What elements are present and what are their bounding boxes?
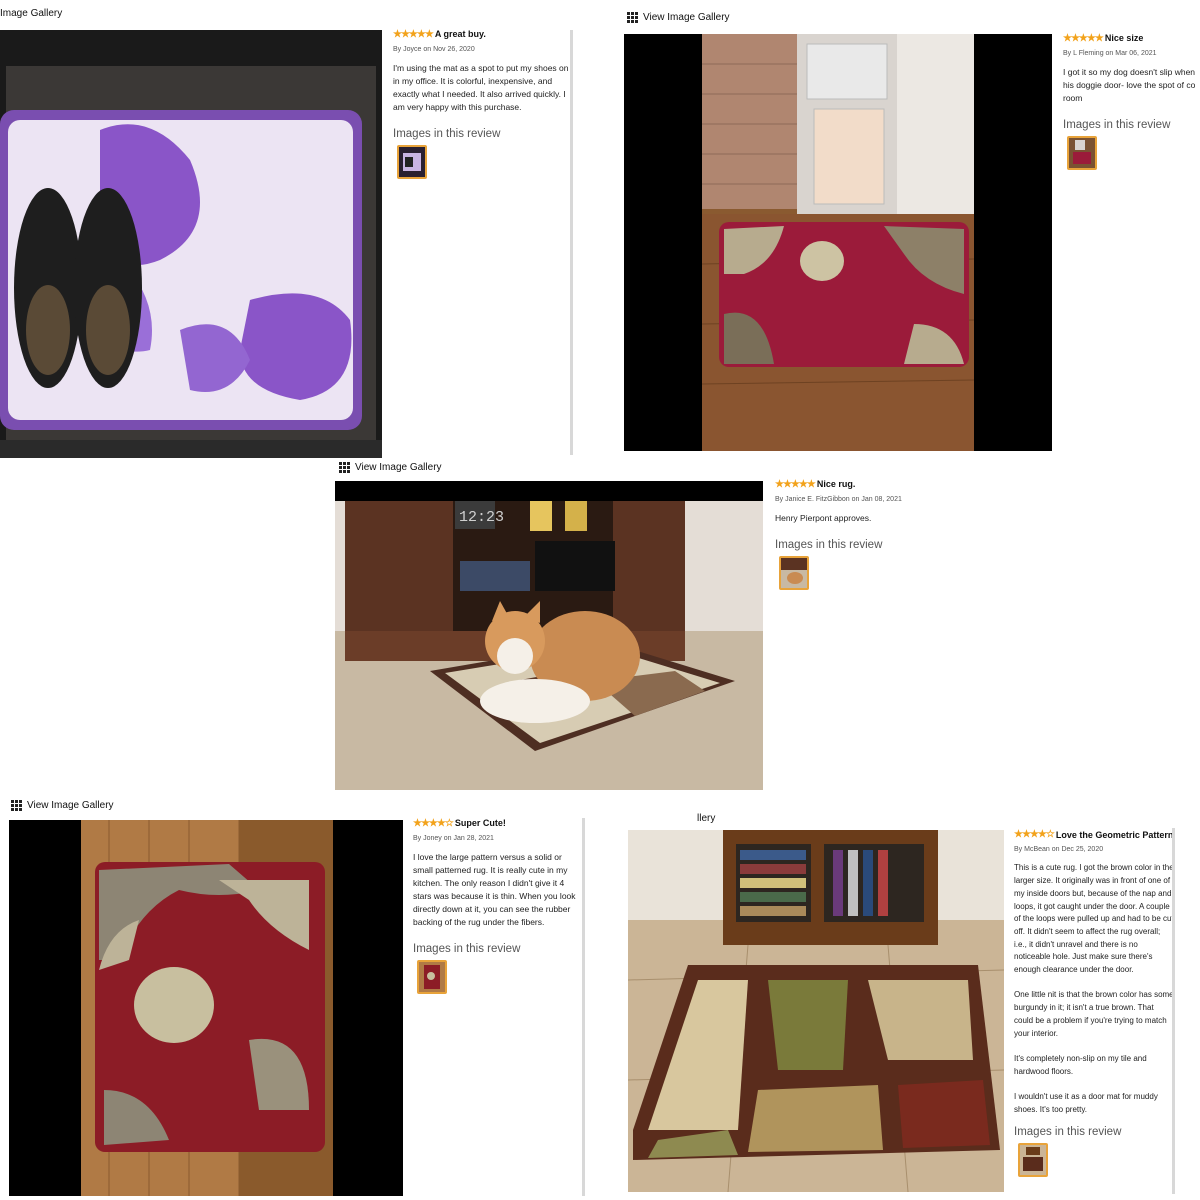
grid-icon — [11, 800, 22, 811]
clock-reading: 12:23 — [459, 509, 504, 526]
gallery-label: View Image Gallery — [27, 800, 114, 811]
review-image-thumbnail[interactable] — [417, 960, 447, 994]
images-in-review-label: Images in this review — [775, 539, 883, 551]
review-photo-geometric-rug[interactable] — [628, 830, 1004, 1192]
review-byline: By L Fleming on Mar 06, 2021 — [1063, 50, 1157, 57]
review-text: I'm using the mat as a spot to put my sh… — [393, 63, 569, 112]
review-photo-cat-on-rug[interactable]: 12:23 — [335, 481, 763, 790]
gallery-label: View Image Gallery — [643, 12, 730, 23]
review-title[interactable]: Love the Geometric Pattern — [1056, 829, 1174, 842]
review-3: ★★★★★ Nice rug. By Janice E. FitzGibbon … — [775, 478, 975, 590]
divider — [582, 818, 585, 1196]
thumbnail-image — [781, 558, 807, 588]
star-rating-icon: ★★★★☆ — [413, 818, 454, 829]
review-title[interactable]: Nice rug. — [817, 478, 856, 491]
review-image-thumbnail[interactable] — [1018, 1143, 1048, 1178]
review-image-thumbnail[interactable] — [397, 145, 427, 179]
thumbnail-image — [419, 962, 445, 992]
review-title[interactable]: A great buy. — [435, 28, 486, 41]
star-rating-icon: ★★★★☆ — [1014, 829, 1055, 840]
review-byline: By Janice E. FitzGibbon on Jan 08, 2021 — [775, 496, 902, 503]
grid-icon — [339, 462, 350, 473]
review-text: I love the large pattern versus a solid … — [413, 852, 576, 927]
review-1: ★★★★★ A great buy. By Joyce on Nov 26, 2… — [393, 28, 573, 179]
review-photo-purple-mat[interactable] — [0, 30, 382, 458]
red-mat-doggie-door-image — [624, 34, 1052, 451]
review-text: This is a cute rug. I got the brown colo… — [1014, 863, 1174, 1114]
thumbnail-image — [399, 147, 425, 177]
review-title-row: ★★★★★ Nice rug. — [775, 478, 975, 491]
review-4: ★★★★☆ Super Cute! By Joney on Jan 28, 20… — [413, 817, 581, 994]
gallery-label: View Image Gallery — [355, 462, 442, 473]
review-photo-red-flower-runner[interactable] — [9, 820, 403, 1196]
purple-mat-shoes-image — [0, 30, 382, 458]
images-in-review-label: Images in this review — [393, 128, 501, 140]
review-photo-red-flower-mat-door[interactable] — [624, 34, 1052, 451]
thumbnail-image — [1069, 138, 1095, 168]
grid-icon — [627, 12, 638, 23]
review-image-thumbnail[interactable] — [1067, 136, 1097, 170]
images-in-review-label: Images in this review — [1014, 1126, 1122, 1139]
gallery-header-3[interactable]: View Image Gallery — [339, 462, 442, 473]
review-2: ★★★★★ Nice size By L Fleming on Mar 06, … — [1063, 32, 1200, 170]
gallery-header-4[interactable]: View Image Gallery — [11, 800, 114, 811]
gallery-label: Image Gallery — [0, 8, 63, 19]
geometric-rug-tile-image — [628, 830, 1004, 1192]
review-title[interactable]: Super Cute! — [455, 817, 506, 830]
review-title-row: ★★★★★ A great buy. — [393, 28, 573, 41]
review-byline: By Joney on Jan 28, 2021 — [413, 835, 494, 842]
review-byline: By McBean on Dec 25, 2020 — [1014, 845, 1104, 853]
review-text: Henry Pierpont approves. — [775, 513, 872, 523]
review-title-row: ★★★★★ Nice size — [1063, 32, 1200, 45]
cat-on-rug-image: 12:23 — [335, 481, 763, 790]
divider — [570, 30, 573, 455]
review-image-thumbnail[interactable] — [779, 556, 809, 590]
review-text: I got it so my dog doesn't slip when his… — [1063, 67, 1196, 103]
images-in-review-label: Images in this review — [413, 943, 521, 955]
review-title[interactable]: Nice size — [1105, 32, 1144, 45]
thumbnail-image — [1020, 1145, 1046, 1176]
review-5: ★★★★☆ Love the Geometric Pattern By McBe… — [1014, 829, 1174, 1178]
gallery-label: llery — [697, 813, 716, 824]
gallery-header-2[interactable]: View Image Gallery — [627, 12, 730, 23]
review-title-row: ★★★★☆ Super Cute! — [413, 817, 581, 830]
review-title-row: ★★★★☆ Love the Geometric Pattern — [1014, 829, 1174, 842]
images-in-review-label: Images in this review — [1063, 119, 1171, 131]
review-byline: By Joyce on Nov 26, 2020 — [393, 46, 475, 53]
gallery-header-5[interactable]: llery — [697, 813, 715, 824]
divider — [1172, 828, 1175, 1194]
gallery-header-1[interactable]: Image Gallery — [0, 8, 62, 19]
star-rating-icon: ★★★★★ — [775, 479, 816, 490]
star-rating-icon: ★★★★★ — [393, 29, 434, 40]
star-rating-icon: ★★★★★ — [1063, 33, 1104, 44]
red-flower-rug-kitchen-image — [9, 820, 403, 1196]
